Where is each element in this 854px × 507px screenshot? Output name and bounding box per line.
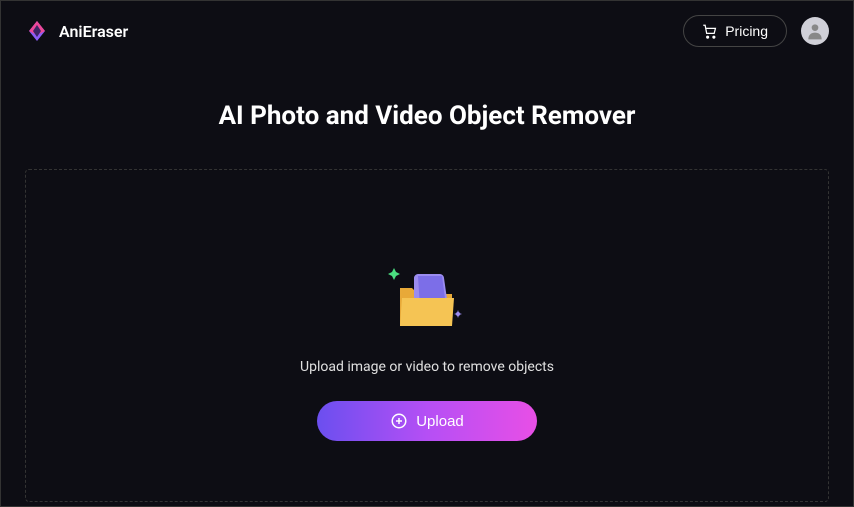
cart-icon (702, 24, 717, 39)
main-content: AI Photo and Video Object Remover Upload… (1, 61, 853, 502)
logo-section[interactable]: AniEraser (25, 19, 128, 43)
header: AniEraser Pricing (1, 1, 853, 61)
user-avatar[interactable] (801, 17, 829, 45)
app-name: AniEraser (59, 22, 128, 41)
pricing-button[interactable]: Pricing (683, 15, 787, 47)
upload-dropzone[interactable]: Upload image or video to remove objects … (25, 169, 829, 502)
plus-circle-icon (390, 412, 408, 430)
pricing-label: Pricing (725, 23, 768, 39)
upload-button-label: Upload (416, 413, 464, 430)
upload-button[interactable]: Upload (317, 401, 537, 441)
header-right: Pricing (683, 15, 829, 47)
anieraser-logo-icon (25, 19, 49, 43)
folder-media-icon (382, 260, 472, 335)
user-icon (805, 21, 825, 41)
page-title: AI Photo and Video Object Remover (25, 101, 829, 131)
upload-hint-text: Upload image or video to remove objects (300, 359, 554, 375)
